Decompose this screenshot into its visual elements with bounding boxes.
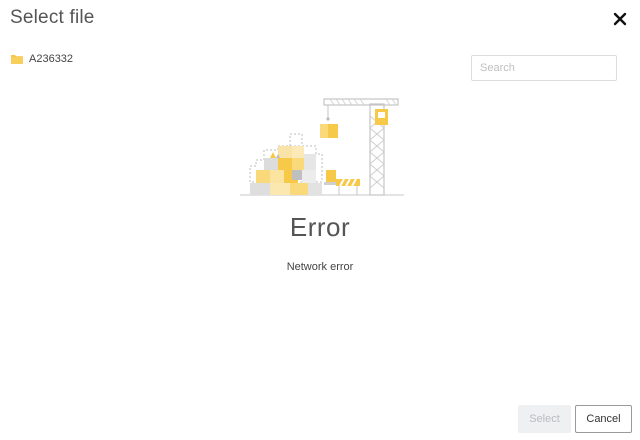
search-input[interactable] xyxy=(471,55,617,81)
close-button[interactable] xyxy=(608,8,632,30)
breadcrumb-label: A236332 xyxy=(29,53,74,65)
select-file-dialog: Select file A236332 Search Error Network… xyxy=(0,0,640,440)
breadcrumb-folder[interactable]: A236332 xyxy=(11,53,73,65)
construction-crane-illustration xyxy=(240,98,404,196)
dialog-title: Select file xyxy=(10,7,95,28)
error-heading: Error xyxy=(289,212,351,242)
cancel-button[interactable]: Cancel xyxy=(575,405,632,433)
error-message: Network error xyxy=(286,261,354,273)
select-button[interactable]: Select xyxy=(518,405,571,433)
folder-icon xyxy=(11,55,23,64)
close-icon xyxy=(613,12,627,26)
